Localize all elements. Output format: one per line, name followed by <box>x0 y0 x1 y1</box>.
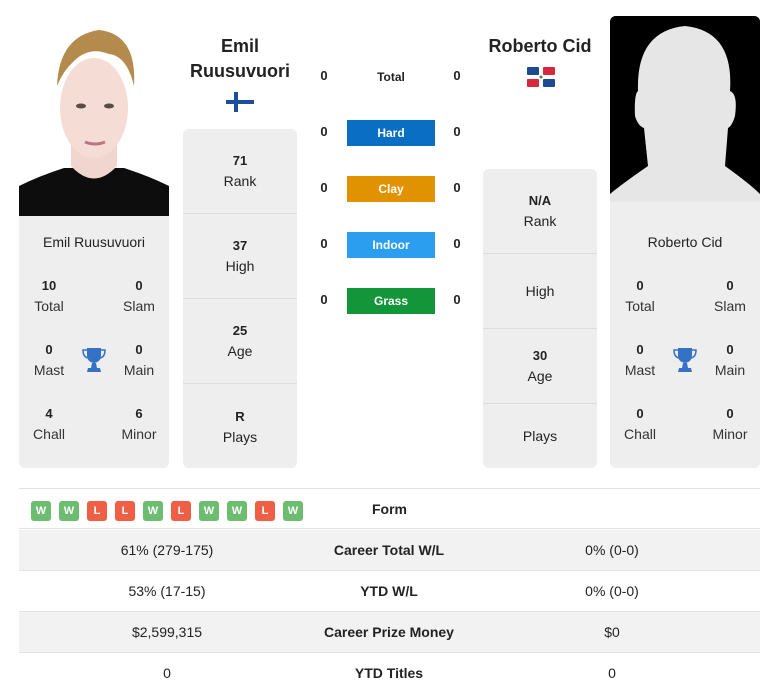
player1-high: 37 High <box>183 214 297 299</box>
h2h-grass-row: 0 Grass 0 <box>310 288 470 314</box>
player2-high: High <box>483 254 597 329</box>
h2h-clay-row: 0 Clay 0 <box>310 176 470 202</box>
player2-minor-titles: 0 Minor <box>712 406 748 442</box>
h2h-indoor-left: 0 <box>320 236 328 251</box>
player2-card-name: Roberto Cid <box>647 234 723 250</box>
trophy-icon <box>82 348 106 372</box>
table-row: 0 YTD Titles 0 <box>19 653 760 694</box>
player1-plays: R Plays <box>222 408 258 445</box>
form-result-badge[interactable]: L <box>115 501 135 521</box>
player1-value: 53% (17-15) <box>128 583 206 599</box>
player2-challenger-titles: 0 Chall <box>624 406 656 442</box>
player1-photo[interactable] <box>19 16 169 216</box>
row-label: Career Total W/L <box>333 542 445 558</box>
h2h-total-right: 0 <box>453 68 461 83</box>
player1-titles-card: Emil Ruusuvuori 10 Total 0 Slam 0 Mast 0… <box>19 216 169 468</box>
form-label: Form <box>372 501 407 517</box>
surface-clay-button[interactable]: Clay <box>347 176 435 202</box>
h2h-indoor-row: 0 Indoor 0 <box>310 232 470 258</box>
player2-slam-titles: 0 Slam <box>714 278 746 314</box>
finland-flag-icon <box>226 92 254 112</box>
player1-rank: 71 Rank <box>183 129 297 214</box>
player1-main-titles: 0 Main <box>123 342 155 378</box>
player2-name-link[interactable]: Roberto Cid <box>480 34 600 59</box>
form-result-badge[interactable]: W <box>31 501 51 521</box>
player2-main-titles: 0 Main <box>714 342 746 378</box>
player2-value: 0 <box>608 665 616 681</box>
player1-slam-titles: 0 Slam <box>123 278 155 314</box>
form-result-badge[interactable]: W <box>199 501 219 521</box>
surface-hard-button[interactable]: Hard <box>347 120 435 146</box>
player2-masters-titles: 0 Mast <box>624 342 656 378</box>
h2h-grass-right: 0 <box>453 292 461 307</box>
h2h-hard-left: 0 <box>320 124 328 139</box>
h2h-total-label: Total <box>377 70 405 84</box>
player2-value: 0% (0-0) <box>585 542 639 558</box>
table-row: 61% (279-175) Career Total W/L 0% (0-0) <box>19 530 760 571</box>
player1-total-titles: 10 Total <box>34 278 64 314</box>
player2-titles-card: Roberto Cid 0 Total 0 Slam 0 Mast 0 Main… <box>610 216 760 468</box>
player1-name-link[interactable]: Emil Ruusuvuori <box>180 34 300 84</box>
player1-portrait-image <box>19 16 169 216</box>
h2h-grass-left: 0 <box>320 292 328 307</box>
form-result-badge[interactable]: W <box>59 501 79 521</box>
player2-value: 0% (0-0) <box>585 583 639 599</box>
form-result-badge[interactable]: L <box>255 501 275 521</box>
player1-value: 0 <box>163 665 171 681</box>
form-result-badge[interactable]: W <box>283 501 303 521</box>
player1-card-name: Emil Ruusuvuori <box>43 234 145 250</box>
form-result-badge[interactable]: L <box>87 501 107 521</box>
h2h-indoor-right: 0 <box>453 236 461 251</box>
player1-minor-titles: 6 Minor <box>121 406 157 442</box>
form-result-badge[interactable]: W <box>227 501 247 521</box>
surface-indoor-button[interactable]: Indoor <box>347 232 435 258</box>
player1-challenger-titles: 4 Chall <box>33 406 65 442</box>
h2h-clay-left: 0 <box>320 180 328 195</box>
form-badges: WWLLWLWWLW <box>31 501 303 521</box>
h2h-hard-row: 0 Hard 0 <box>310 120 470 146</box>
player1-value: 61% (279-175) <box>120 542 214 558</box>
h2h-total-row: 0 Total 0 <box>310 64 470 90</box>
form-result-badge[interactable]: L <box>171 501 191 521</box>
player2-plays: Plays <box>522 428 558 444</box>
player1-info-panel: 71 Rank 37 High 25 Age R Plays <box>183 129 297 468</box>
table-row: $2,599,315 Career Prize Money $0 <box>19 612 760 653</box>
h2h-total-left: 0 <box>320 68 328 83</box>
row-label: Career Prize Money <box>324 624 454 640</box>
player1-masters-titles: 0 Mast <box>33 342 65 378</box>
row-label: YTD Titles <box>354 665 424 681</box>
player2-value: $0 <box>604 624 620 640</box>
h2h-clay-right: 0 <box>453 180 461 195</box>
player2-silhouette-image <box>610 16 760 216</box>
surface-grass-button[interactable]: Grass <box>347 288 435 314</box>
row-label: YTD W/L <box>360 583 418 599</box>
trophy-icon <box>673 348 697 372</box>
table-row: 53% (17-15) YTD W/L 0% (0-0) <box>19 571 760 612</box>
player1-age: 25 Age <box>183 299 297 384</box>
player2-total-titles: 0 Total <box>625 278 655 314</box>
player2-info-panel: N/A Rank High 30 Age Plays <box>483 169 597 468</box>
player2-age: 30 Age <box>483 329 597 404</box>
form-result-badge[interactable]: W <box>143 501 163 521</box>
player2-photo[interactable] <box>610 16 760 216</box>
player1-value: $2,599,315 <box>131 624 203 640</box>
form-row: WWLLWLWWLW Form <box>19 488 760 529</box>
h2h-hard-right: 0 <box>453 124 461 139</box>
dominican-republic-flag-icon <box>527 67 555 87</box>
player2-rank: N/A Rank <box>483 169 597 254</box>
